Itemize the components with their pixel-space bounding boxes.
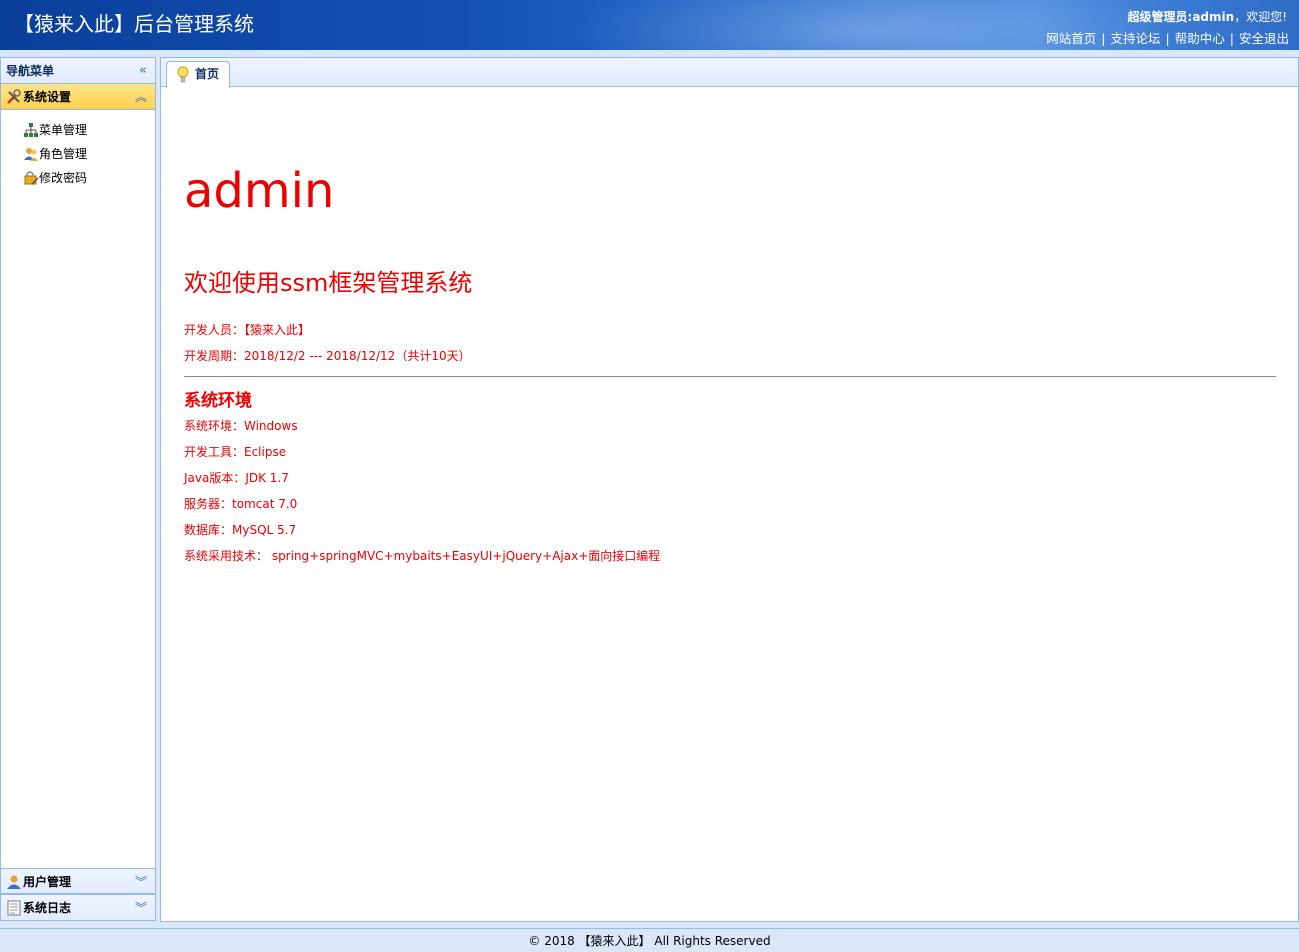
link-logout[interactable]: 安全退出 [1239, 31, 1289, 46]
tab-bar: 首页 [161, 58, 1298, 88]
home-content: admin 欢迎使用ssm框架管理系统 开发人员：【猿来入此】 开发周期：201… [184, 88, 1276, 569]
sitemap-icon [24, 123, 38, 137]
env-database: 数据库：MySQL 5.7 [184, 523, 297, 537]
menu-item-change-password[interactable]: 修改密码 [1, 166, 155, 190]
main-panel: 首页 admin 欢迎使用ssm框架管理系统 开发人员：【猿来入此】 开发周期：… [160, 57, 1299, 922]
chevron-up-icon[interactable]: ︽ [135, 84, 147, 110]
sidebar-bottom-sections: 用户管理 ︾ 系统日志 ︾ [1, 868, 155, 920]
section-system-settings[interactable]: 系统设置 ︽ [1, 84, 155, 110]
link-help[interactable]: 帮助中心 [1175, 31, 1225, 46]
menu-item-label: 修改密码 [39, 171, 88, 185]
section-user-management[interactable]: 用户管理 ︾ [1, 868, 155, 894]
env-server: 服务器：tomcat 7.0 [184, 497, 298, 511]
tab-label: 首页 [195, 67, 220, 81]
lock-edit-icon [24, 171, 39, 185]
env-heading: 系统环境 [184, 391, 252, 411]
username-heading: admin [184, 163, 335, 219]
role-label: 超级管理员:admin [1127, 10, 1235, 24]
env-tech: 系统采用技术： spring+springMVC+mybaits+EasyUI+… [184, 549, 661, 563]
section-system-log[interactable]: 系统日志 ︾ [1, 894, 155, 920]
log-icon [7, 900, 21, 916]
divider [184, 376, 1276, 377]
period-line: 开发周期：2018/12/2 --- 2018/12/12（共计10天） [184, 349, 471, 363]
developer-line: 开发人员：【猿来入此】 [184, 323, 311, 337]
link-home[interactable]: 网站首页 [1046, 31, 1096, 46]
app-header: 【猿来入此】后台管理系统 超级管理员:admin，欢迎您! 网站首页 | 支持论坛 |… [0, 0, 1299, 50]
section-label: 用户管理 [23, 875, 72, 889]
app-title: 【猿来入此】后台管理系统 [14, 12, 254, 36]
sidebar-title: 导航菜单 [6, 64, 55, 78]
header-links: 网站首页 | 支持论坛 | 帮助中心 | 安全退出 [1046, 31, 1289, 46]
menu-item-menu-management[interactable]: 菜单管理 [1, 118, 155, 142]
tools-icon [7, 89, 21, 104]
menu-list: 菜单管理 角色管理 修改密码 [1, 110, 155, 190]
env-ide: 开发工具：Eclipse [184, 445, 287, 459]
collapse-left-icon[interactable]: « [139, 58, 147, 84]
chevron-down-icon[interactable]: ︾ [135, 869, 147, 895]
user-icon [7, 875, 21, 889]
users-icon [24, 148, 38, 161]
menu-item-label: 角色管理 [39, 147, 88, 161]
section-label: 系统日志 [23, 901, 72, 915]
menu-item-label: 菜单管理 [39, 123, 88, 137]
menu-item-role-management[interactable]: 角色管理 [1, 142, 155, 166]
chevron-down-icon[interactable]: ︾ [135, 895, 147, 921]
tab-home[interactable]: 首页 [166, 61, 230, 88]
sidebar: 导航菜单 « 系统设置 ︽ 菜单管理 角色管理 修改密码 用户管理 ︾ 系统日志… [0, 57, 156, 921]
env-java: Java版本：JDK 1.7 [184, 471, 289, 485]
welcome-text: 超级管理员:admin，欢迎您! [1128, 8, 1287, 25]
section-label: 系统设置 [23, 90, 72, 104]
env-os: 系统环境：Windows [184, 419, 298, 433]
link-forum[interactable]: 支持论坛 [1111, 31, 1161, 46]
lightbulb-icon [177, 66, 189, 83]
sidebar-header: 导航菜单 « [1, 58, 155, 84]
welcome-suffix: ，欢迎您! [1234, 10, 1287, 24]
welcome-heading: 欢迎使用ssm框架管理系统 [184, 269, 473, 297]
footer: © 2018 【猿来入此】 All Rights Reserved [0, 928, 1299, 952]
